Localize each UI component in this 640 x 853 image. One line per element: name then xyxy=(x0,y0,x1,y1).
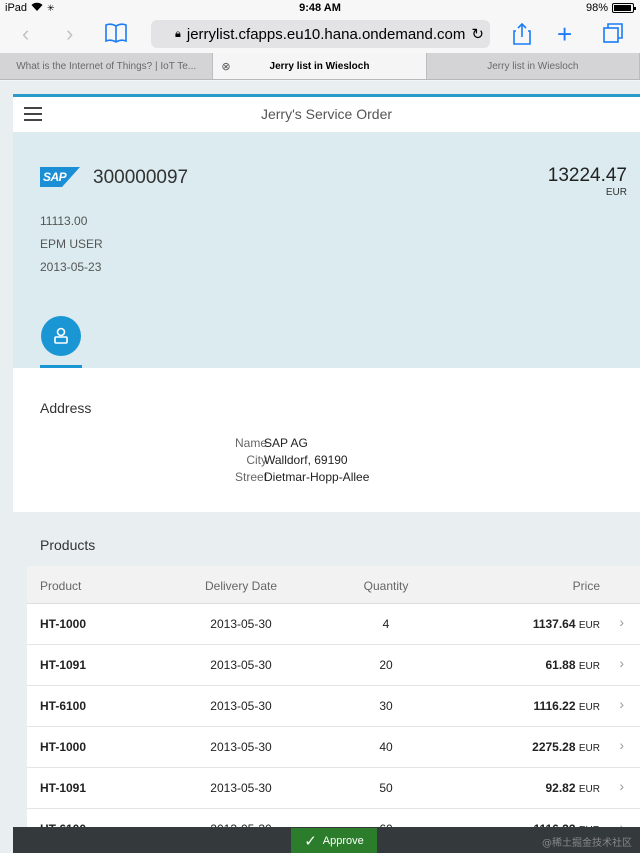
customer-tab-icon[interactable] xyxy=(41,316,81,356)
battery-percent: 98% xyxy=(585,2,608,14)
street-value: Dietmar-Hopp-Allee xyxy=(264,470,370,484)
cell-quantity: 50 xyxy=(379,781,393,795)
products-title: Products xyxy=(40,537,96,553)
cell-delivery-date: 2013-05-30 xyxy=(210,740,272,754)
cell-product: HT-1000 xyxy=(40,740,87,754)
cell-quantity: 30 xyxy=(379,699,393,713)
url-text: jerrylist.cfapps.eu10.hana.ondemand.com xyxy=(186,25,466,43)
city-value: Walldorf, 69190 xyxy=(264,453,348,467)
cell-delivery-date: 2013-05-30 xyxy=(210,617,272,631)
back-icon[interactable]: ‹ xyxy=(22,22,29,46)
price-value: 1137.64 xyxy=(532,617,576,631)
tab-jerry-list-active[interactable]: ⊗ Jerry list in Wiesloch xyxy=(213,53,427,79)
price-value: 2275.28 xyxy=(532,740,576,754)
approve-button[interactable]: ✓ Approve xyxy=(291,828,377,853)
page-title: Jerry's Service Order xyxy=(260,106,393,122)
attribute-user: EPM USER xyxy=(40,237,103,251)
city-label: City xyxy=(246,453,267,467)
table-row[interactable]: HT-1000 2013-05-30 40 2275.28 EUR › xyxy=(27,727,640,768)
table-row[interactable]: HT-1091 2013-05-30 20 61.88 EUR › xyxy=(27,645,640,686)
cell-delivery-date: 2013-05-30 xyxy=(210,699,272,713)
close-tab-icon[interactable]: ⊗ xyxy=(221,60,230,73)
price-value: 92.82 xyxy=(545,781,576,795)
cell-product: HT-6100 xyxy=(40,699,87,713)
cell-delivery-date: 2013-05-30 xyxy=(210,658,272,672)
col-delivery-date: Delivery Date xyxy=(204,579,278,593)
address-title: Address xyxy=(40,400,92,416)
tab-iot[interactable]: What is the Internet of Things? | IoT Te… xyxy=(0,53,214,79)
cell-product: HT-1000 xyxy=(40,617,87,631)
tab-strip: What is the Internet of Things? | IoT Te… xyxy=(0,53,640,80)
cell-product: HT-1091 xyxy=(40,781,87,795)
browser-toolbar: ‹ › 🔒︎ jerrylist.cfapps.eu10.hana.ondema… xyxy=(0,17,640,53)
address-bar[interactable]: 🔒︎ jerrylist.cfapps.eu10.hana.ondemand.c… xyxy=(151,20,490,48)
tab-label: What is the Internet of Things? | IoT Te… xyxy=(16,60,197,72)
price-currency: EUR xyxy=(578,702,600,713)
chevron-right-icon[interactable]: › xyxy=(619,614,624,630)
cell-price: 61.88 EUR xyxy=(546,658,601,672)
cell-quantity: 4 xyxy=(382,617,390,631)
chevron-right-icon[interactable]: › xyxy=(619,655,624,671)
approve-label: Approve xyxy=(322,834,364,847)
attribute-date: 2013-05-23 xyxy=(40,260,102,274)
price-currency: EUR xyxy=(578,784,600,795)
tab-label: Jerry list in Wiesloch xyxy=(487,60,579,72)
products-table: Product Delivery Date Quantity Price HT-… xyxy=(27,566,640,850)
col-quantity: Quantity xyxy=(363,579,409,593)
watermark: @稀土掘金技术社区 xyxy=(542,838,632,849)
price-currency: EUR xyxy=(578,743,600,754)
cell-product: HT-1091 xyxy=(40,658,87,672)
order-currency: EUR xyxy=(605,187,627,198)
chevron-right-icon[interactable]: › xyxy=(619,696,624,712)
tab-label: Jerry list in Wiesloch xyxy=(269,60,370,72)
order-number: 300000097 xyxy=(93,167,189,188)
clock: 9:48 AM xyxy=(299,2,341,14)
cell-price: 1116.22 EUR xyxy=(533,699,600,713)
cell-price: 1137.64 EUR xyxy=(533,617,600,631)
chevron-right-icon[interactable]: › xyxy=(619,737,624,753)
footer-toolbar: ✓ Approve @稀土掘金技术社区 xyxy=(13,827,640,853)
lock-icon: 🔒︎ xyxy=(175,27,181,40)
attribute-value: 11113.00 xyxy=(40,214,88,228)
shell-header: Jerry's Service Order xyxy=(13,97,640,132)
tabs-overview-icon[interactable] xyxy=(602,22,624,49)
reload-icon[interactable]: ↻ xyxy=(471,25,484,43)
table-header: Product Delivery Date Quantity Price xyxy=(27,566,640,604)
app-page: Jerry's Service Order SAP 300000097 1322… xyxy=(0,81,640,853)
cell-price: 92.82 EUR xyxy=(546,781,601,795)
forward-icon[interactable]: › xyxy=(66,22,73,46)
sap-logo-icon: SAP xyxy=(40,167,80,187)
cell-quantity: 40 xyxy=(379,740,393,754)
cell-quantity: 20 xyxy=(379,658,393,672)
checkmark-icon: ✓ xyxy=(304,832,317,850)
share-icon[interactable] xyxy=(512,22,532,51)
table-row[interactable]: HT-1091 2013-05-30 50 92.82 EUR › xyxy=(27,768,640,809)
col-product: Product xyxy=(40,579,82,593)
name-value: SAP AG xyxy=(264,436,308,450)
object-header: SAP 300000097 13224.47 EUR 11113.00 EPM … xyxy=(13,132,640,368)
status-bar: iPad ✳ 9:48 AM 98% xyxy=(0,0,640,17)
cell-delivery-date: 2013-05-30 xyxy=(210,781,272,795)
price-currency: EUR xyxy=(578,661,600,672)
table-row[interactable]: HT-6100 2013-05-30 30 1116.22 EUR › xyxy=(27,686,640,727)
order-amount: 13224.47 xyxy=(547,165,627,186)
price-value: 1116.22 xyxy=(533,699,576,713)
tab-jerry-list[interactable]: Jerry list in Wiesloch xyxy=(427,53,640,79)
new-tab-icon[interactable]: + xyxy=(557,21,572,47)
name-label: Name xyxy=(234,436,267,450)
chevron-right-icon[interactable]: › xyxy=(619,778,624,794)
price-currency: EUR xyxy=(578,620,600,631)
table-row[interactable]: HT-1000 2013-05-30 4 1137.64 EUR › xyxy=(27,604,640,645)
price-value: 61.88 xyxy=(545,658,576,672)
address-section: Address Name SAP AG City Walldorf, 69190… xyxy=(13,368,640,512)
bookmarks-icon[interactable] xyxy=(104,22,128,49)
battery-icon xyxy=(612,3,636,13)
street-label: Street xyxy=(234,470,267,484)
cell-price: 2275.28 EUR xyxy=(532,740,600,754)
col-price: Price xyxy=(572,579,600,593)
